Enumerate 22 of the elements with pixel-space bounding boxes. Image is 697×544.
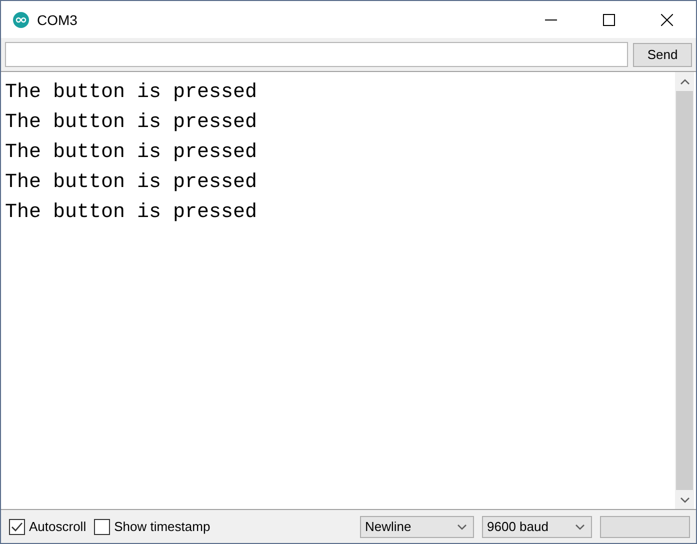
- scrollbar[interactable]: [675, 72, 694, 509]
- app-icon: [13, 12, 29, 28]
- output-line: The button is pressed: [5, 140, 258, 166]
- message-field[interactable]: [5, 42, 628, 67]
- chevron-down-icon: [575, 524, 585, 530]
- timestamp-checkbox[interactable]: [94, 518, 110, 534]
- autoscroll-checkbox-label: Autoscroll: [29, 519, 86, 534]
- scroll-up-icon[interactable]: [680, 78, 690, 84]
- output-line: The button is pressed: [5, 170, 258, 196]
- autoscroll-checkbox[interactable]: [9, 518, 25, 534]
- window-title: COM3: [37, 12, 78, 28]
- timestamp-checkbox-label: Show timestamp: [114, 519, 210, 534]
- output-line: The button is pressed: [5, 80, 258, 106]
- output-line: The button is pressed: [5, 110, 258, 136]
- send-button[interactable]: Send: [633, 42, 692, 66]
- output-line: The button is pressed: [5, 200, 258, 226]
- maximize-icon: [603, 14, 615, 26]
- baud-dropdown[interactable]: 9600 baud: [482, 516, 592, 538]
- line-ending-dropdown[interactable]: Newline: [360, 516, 474, 538]
- chevron-down-icon: [457, 524, 467, 530]
- close-icon: [661, 14, 673, 26]
- scroll-down-icon[interactable]: [680, 496, 690, 502]
